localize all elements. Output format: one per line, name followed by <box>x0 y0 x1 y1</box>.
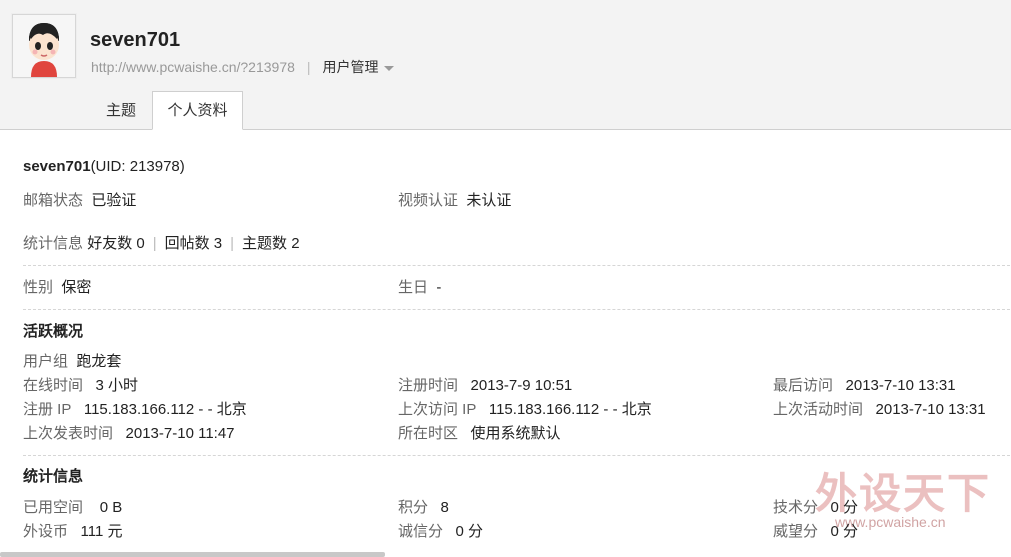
friends-count-link[interactable]: 好友数 0 <box>87 235 145 252</box>
gender-label: 性别 <box>23 279 54 296</box>
user-management-menu[interactable]: 用户管理 <box>323 59 394 75</box>
email-status-value: 已验证 <box>91 192 137 209</box>
user-group-link[interactable]: 跑龙套 <box>76 353 121 370</box>
coins: 外设币 111 元 <box>23 520 123 541</box>
email-status-label: 邮箱状态 <box>23 192 84 209</box>
used-space: 已用空间 0 B <box>23 496 122 517</box>
coins-label: 外设币 <box>23 523 69 540</box>
timezone: 所在时区 使用系统默认 <box>398 422 561 443</box>
register-ip-label: 注册 IP <box>23 401 72 418</box>
profile-url-link[interactable]: http://www.pcwaishe.cn/?213978 <box>91 59 295 75</box>
profile-url-line: http://www.pcwaishe.cn/?213978 | 用户管理 <box>91 57 394 77</box>
profile-name: seven701 <box>23 158 91 175</box>
last-visit-ip: 上次访问 IP 115.183.166.112 - - 北京 <box>398 398 652 419</box>
used-space-label: 已用空间 <box>23 499 84 516</box>
url-separator: | <box>306 59 311 75</box>
video-auth-value: 未认证 <box>466 192 512 209</box>
profile-username: seven701 <box>90 29 181 51</box>
divider <box>23 265 1010 266</box>
statistics-heading: 统计信息 <box>23 468 84 485</box>
gender-value: 保密 <box>61 279 92 296</box>
tab-topics[interactable]: 主题 <box>92 92 150 129</box>
last-post-time: 上次发表时间 2013-7-10 11:47 <box>23 422 235 443</box>
online-time-label: 在线时间 <box>23 377 84 394</box>
stats-summary-label: 统计信息 <box>23 235 84 252</box>
last-visit-label: 最后访问 <box>773 377 834 394</box>
points-label: 积分 <box>398 499 429 516</box>
last-active-time-value: 2013-7-10 13:31 <box>875 401 986 418</box>
avatar-icon <box>13 15 75 77</box>
online-time-value: 3 小时 <box>95 377 139 394</box>
last-active-time: 上次活动时间 2013-7-10 13:31 <box>773 398 986 419</box>
user-management-label: 用户管理 <box>322 59 379 75</box>
prestige-score-label: 威望分 <box>773 523 819 540</box>
register-time-value: 2013-7-9 10:51 <box>470 377 573 394</box>
last-post-time-value: 2013-7-10 11:47 <box>125 425 235 442</box>
stats-summary: 统计信息 好友数 0 | 回帖数 3 | 主题数 2 <box>23 232 300 253</box>
points: 积分 8 <box>398 496 449 517</box>
points-value: 8 <box>440 499 449 516</box>
stats-pipe: | <box>152 235 157 252</box>
birthday: 生日 - <box>398 276 441 297</box>
user-group-label: 用户组 <box>23 353 69 370</box>
threads-count-link[interactable]: 主题数 2 <box>242 235 300 252</box>
email-status: 邮箱状态 已验证 <box>23 189 136 210</box>
credit-score-value: 0 分 <box>455 523 484 540</box>
gender: 性别 保密 <box>23 276 91 297</box>
timezone-value: 使用系统默认 <box>470 425 561 442</box>
tech-score: 技术分 0 分 <box>773 496 858 517</box>
video-auth-label: 视频认证 <box>398 192 459 209</box>
last-visit: 最后访问 2013-7-10 13:31 <box>773 374 956 395</box>
profile-uid: (UID: 213978) <box>90 158 185 175</box>
tab-profile[interactable]: 个人资料 <box>152 91 243 130</box>
user-group: 用户组 跑龙套 <box>23 350 121 371</box>
video-auth: 视频认证 未认证 <box>398 189 511 210</box>
used-space-value: 0 B <box>99 499 123 516</box>
last-visit-value: 2013-7-10 13:31 <box>845 377 956 394</box>
activity-heading: 活跃概况 <box>23 323 84 340</box>
divider <box>23 455 1010 456</box>
replies-count-link[interactable]: 回帖数 3 <box>165 235 223 252</box>
profile-name-line: seven701(UID: 213978) <box>23 158 185 175</box>
last-visit-ip-value: 115.183.166.112 - - 北京 <box>488 401 652 418</box>
prestige-score: 威望分 0 分 <box>773 520 858 541</box>
register-time-label: 注册时间 <box>398 377 459 394</box>
profile-header: seven701 http://www.pcwaishe.cn/?213978 |… <box>0 0 1011 130</box>
last-active-time-label: 上次活动时间 <box>773 401 864 418</box>
horizontal-scrollbar[interactable] <box>0 552 385 557</box>
timezone-label: 所在时区 <box>398 425 459 442</box>
birthday-label: 生日 <box>398 279 429 296</box>
credit-score-label: 诚信分 <box>398 523 444 540</box>
register-ip: 注册 IP 115.183.166.112 - - 北京 <box>23 398 247 419</box>
tech-score-label: 技术分 <box>773 499 819 516</box>
credit-score: 诚信分 0 分 <box>398 520 483 541</box>
register-time: 注册时间 2013-7-9 10:51 <box>398 374 572 395</box>
last-post-time-label: 上次发表时间 <box>23 425 114 442</box>
coins-value: 111 元 <box>80 523 123 540</box>
last-visit-ip-label: 上次访问 IP <box>398 401 477 418</box>
chevron-down-icon <box>383 65 394 71</box>
user-avatar[interactable] <box>12 14 76 78</box>
tech-score-value: 0 分 <box>830 499 859 516</box>
online-time: 在线时间 3 小时 <box>23 374 138 395</box>
divider <box>23 309 1010 310</box>
stats-pipe: | <box>230 235 235 252</box>
prestige-score-value: 0 分 <box>830 523 859 540</box>
birthday-value: - <box>436 279 442 296</box>
register-ip-value: 115.183.166.112 - - 北京 <box>83 401 247 418</box>
